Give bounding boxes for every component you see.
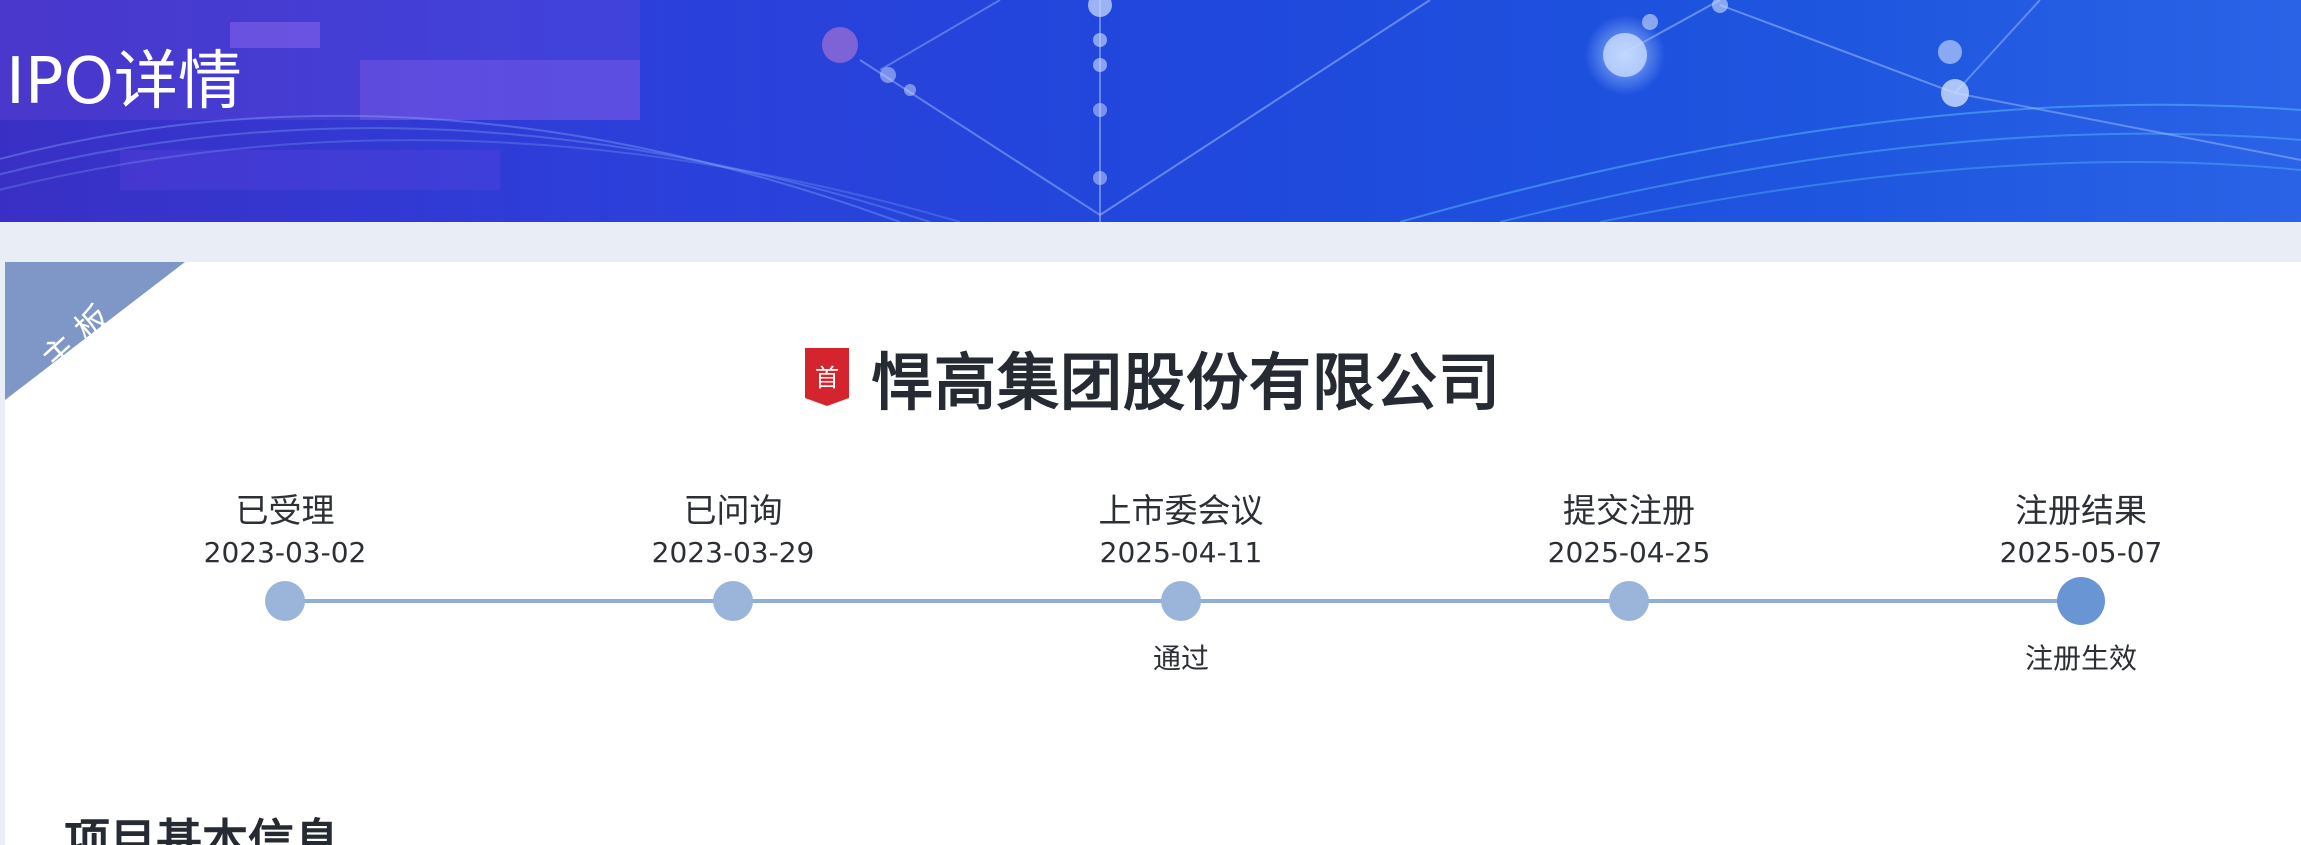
timeline-step: 上市委会议 2025-04-11	[1051, 491, 1311, 573]
timeline-dot	[1609, 581, 1649, 621]
header-banner: IPO详情	[0, 0, 2301, 222]
timeline-step-label: 已受理	[235, 491, 335, 530]
project-card: 主板 首 悍高集团股份有限公司 已受理 2023-03-02 已问询 2023-03-…	[5, 262, 2301, 845]
timeline-step-label: 已问询	[683, 491, 783, 530]
timeline-step-label: 注册结果	[2015, 491, 2147, 530]
timeline-step: 已受理 2023-03-02	[155, 491, 415, 573]
timeline-dot	[265, 581, 305, 621]
timeline-step: 提交注册 2025-04-25	[1499, 491, 1759, 573]
timeline-step-note: 通过	[1152, 642, 1209, 675]
section-title-basic-info: 项目基本信息	[64, 814, 340, 845]
timeline-step-date: 2025-04-11	[1099, 536, 1263, 569]
timeline-step-date: 2023-03-29	[651, 536, 815, 569]
timeline-step-date: 2025-04-25	[1547, 536, 1711, 569]
timeline-step-label: 提交注册	[1563, 491, 1695, 530]
timeline-dot	[1161, 581, 1201, 621]
page-title: IPO详情	[6, 45, 242, 119]
timeline-dot-current	[2057, 577, 2105, 625]
timeline-step-note: 注册生效	[2024, 642, 2137, 675]
timeline-step: 已问询 2023-03-29	[603, 491, 863, 573]
timeline-step-date: 2023-03-02	[203, 536, 367, 569]
timeline-step-label: 上市委会议	[1098, 491, 1264, 530]
ipo-detail-page: IPO详情 主板 首 悍高集团股份有限公司 已受理 2023-03-02 已问询 20…	[0, 0, 2301, 845]
timeline-step: 注册结果 2025-05-07	[1951, 491, 2211, 573]
timeline-dot	[713, 581, 753, 621]
ipo-progress-timeline: 已受理 2023-03-02 已问询 2023-03-29 上市委会议 2025-04-1…	[5, 262, 2301, 845]
network-background-graphic	[0, 0, 2301, 222]
timeline-step-date: 2025-05-07	[1999, 536, 2163, 569]
